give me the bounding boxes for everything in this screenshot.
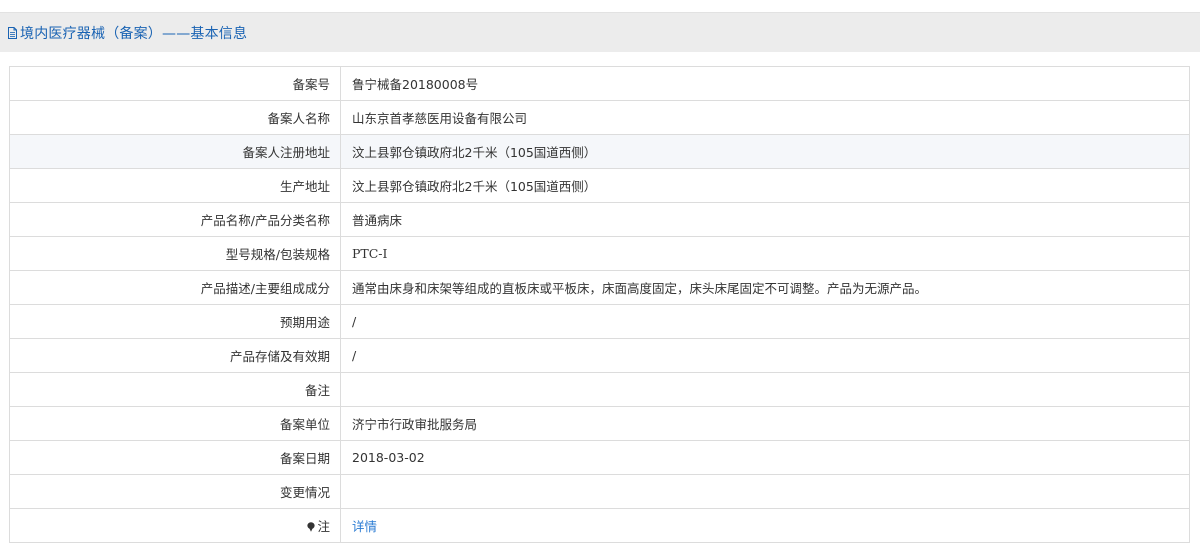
row-label: 产品描述/主要组成成分 xyxy=(9,270,341,305)
table-row: 生产地址 汶上县郭仓镇政府北2千米（105国道西侧） xyxy=(9,168,1190,203)
page-title: 境内医疗器械（备案）——基本信息 xyxy=(20,25,248,42)
table-row: 备案日期 2018-03-02 xyxy=(9,440,1190,475)
row-label: 产品名称/产品分类名称 xyxy=(9,202,341,237)
info-table: 备案号 鲁宁械备20180008号 备案人名称 山东京首孝慈医用设备有限公司 备… xyxy=(9,66,1190,543)
table-row: 产品名称/产品分类名称 普通病床 xyxy=(9,202,1190,237)
row-label: 注 xyxy=(317,519,330,534)
row-value xyxy=(340,474,1190,509)
row-value: 普通病床 xyxy=(340,202,1190,237)
row-label: 备案人注册地址 xyxy=(9,134,341,169)
row-label: 备案日期 xyxy=(9,440,341,475)
row-label: 备注 xyxy=(9,372,341,407)
table-row: 备案号 鲁宁械备20180008号 xyxy=(9,66,1190,101)
row-value: 汶上县郭仓镇政府北2千米（105国道西侧） xyxy=(340,168,1190,203)
row-value: / xyxy=(340,338,1190,373)
row-value: 汶上县郭仓镇政府北2千米（105国道西侧） xyxy=(340,134,1190,169)
pin-icon xyxy=(307,522,316,532)
section-header: 境内医疗器械（备案）——基本信息 xyxy=(0,12,1200,52)
note-label-cell: 注 xyxy=(9,508,341,543)
row-label: 生产地址 xyxy=(9,168,341,203)
table-row: 注 详情 xyxy=(9,508,1190,543)
page: 境内医疗器械（备案）——基本信息 备案号 鲁宁械备20180008号 备案人名称… xyxy=(0,0,1200,559)
table-row: 变更情况 xyxy=(9,474,1190,509)
document-icon xyxy=(8,27,17,39)
row-label: 备案单位 xyxy=(9,406,341,441)
table-row: 型号规格/包装规格 PTC-I xyxy=(9,236,1190,271)
table-row: 产品描述/主要组成成分 通常由床身和床架等组成的直板床或平板床，床面高度固定，床… xyxy=(9,270,1190,305)
row-label: 变更情况 xyxy=(9,474,341,509)
row-label: 产品存储及有效期 xyxy=(9,338,341,373)
table-row: 备注 xyxy=(9,372,1190,407)
row-label: 预期用途 xyxy=(9,304,341,339)
table-row: 备案人注册地址 汶上县郭仓镇政府北2千米（105国道西侧） xyxy=(9,134,1190,169)
table-row: 备案单位 济宁市行政审批服务局 xyxy=(9,406,1190,441)
row-label: 备案人名称 xyxy=(9,100,341,135)
row-value: / xyxy=(340,304,1190,339)
table-row: 备案人名称 山东京首孝慈医用设备有限公司 xyxy=(9,100,1190,135)
row-label: 备案号 xyxy=(9,66,341,101)
details-link[interactable]: 详情 xyxy=(352,519,377,534)
row-label: 型号规格/包装规格 xyxy=(9,236,341,271)
table-row: 预期用途 / xyxy=(9,304,1190,339)
row-value: PTC-I xyxy=(340,236,1190,271)
row-value: 济宁市行政审批服务局 xyxy=(340,406,1190,441)
row-value: 详情 xyxy=(340,508,1190,543)
row-value: 山东京首孝慈医用设备有限公司 xyxy=(340,100,1190,135)
row-value: 鲁宁械备20180008号 xyxy=(340,66,1190,101)
row-value: 2018-03-02 xyxy=(340,440,1190,475)
row-value: 通常由床身和床架等组成的直板床或平板床，床面高度固定，床头床尾固定不可调整。产品… xyxy=(340,270,1190,305)
table-row: 产品存储及有效期 / xyxy=(9,338,1190,373)
row-value xyxy=(340,372,1190,407)
